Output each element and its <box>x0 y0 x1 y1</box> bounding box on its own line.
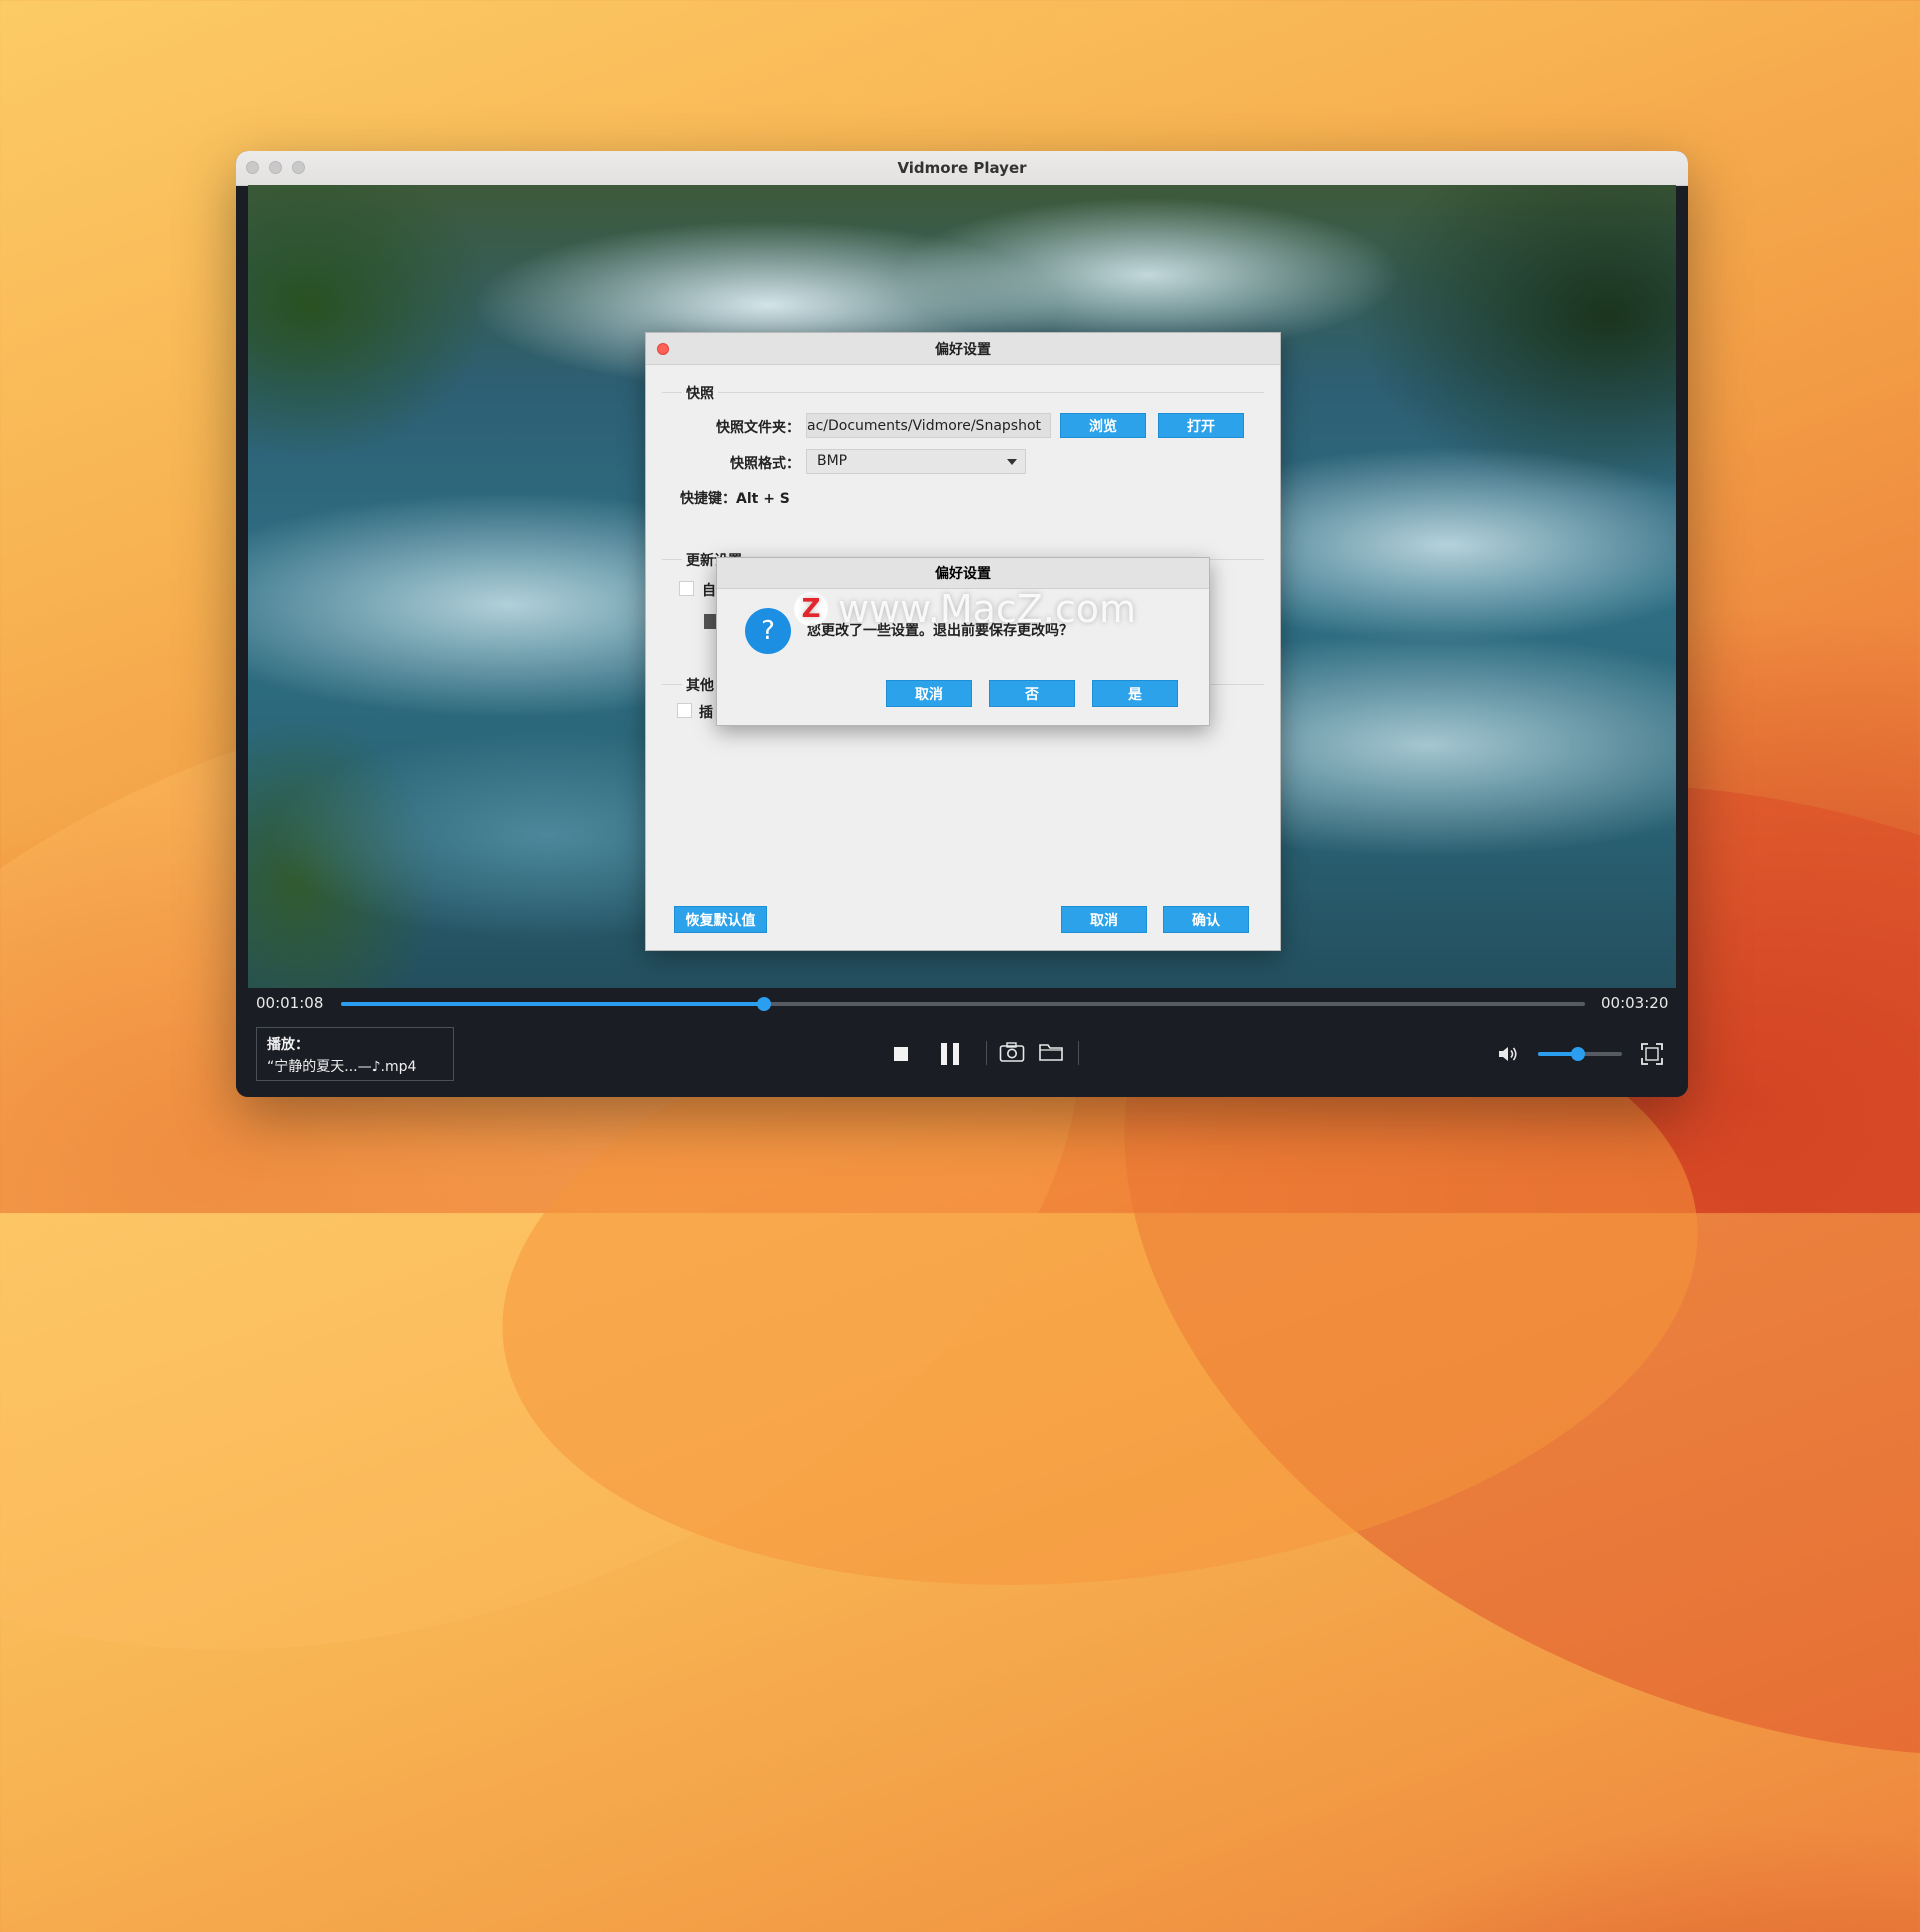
open-button[interactable]: 打开 <box>1158 413 1244 438</box>
minimize-window-button[interactable] <box>269 161 282 174</box>
watermark-text: www.MacZ.com <box>838 587 1137 631</box>
other-section-label: 其他 <box>682 675 718 695</box>
preferences-title: 偏好设置 <box>646 333 1280 365</box>
restore-defaults-button[interactable]: 恢复默认值 <box>674 906 767 933</box>
section-divider <box>662 392 1264 393</box>
total-time: 00:03:20 <box>1601 994 1669 1012</box>
prefs-cancel-button[interactable]: 取消 <box>1061 906 1147 933</box>
title-bar: Vidmore Player <box>236 151 1688 186</box>
chevron-down-icon <box>1007 459 1017 465</box>
mute-button[interactable] <box>1494 1040 1522 1068</box>
snapshot-folder-label: 快照文件夹： <box>716 420 800 436</box>
control-separator <box>986 1041 987 1065</box>
browse-button[interactable]: 浏览 <box>1060 413 1146 438</box>
pause-icon <box>941 1043 959 1065</box>
now-playing-label: 播放： <box>267 1037 309 1053</box>
other-option-checkbox[interactable] <box>677 703 692 718</box>
folder-icon <box>1039 1044 1063 1061</box>
now-playing-file: “宁静的夏天...—♪.mp4 <box>267 1059 417 1075</box>
snapshot-format-label: 快照格式： <box>730 456 800 472</box>
prefs-confirm-button[interactable]: 确认 <box>1163 906 1249 933</box>
progress-fill <box>341 1002 764 1006</box>
zoom-window-button[interactable] <box>292 161 305 174</box>
fullscreen-button[interactable] <box>1638 1040 1666 1068</box>
other-option-label: 插 <box>699 705 713 721</box>
snapshot-format-value: BMP <box>817 453 848 469</box>
confirm-no-button[interactable]: 否 <box>989 680 1075 707</box>
auto-update-label: 自 <box>702 583 716 599</box>
close-dialog-button[interactable] <box>657 343 669 355</box>
snapshot-button[interactable] <box>998 1038 1026 1066</box>
snapshot-folder-value: ac/Documents/Vidmore/Snapshot <box>807 418 1042 434</box>
progress-bar[interactable] <box>341 997 1585 1011</box>
snapshot-format-select[interactable]: BMP <box>806 449 1026 474</box>
save-confirm-dialog: 偏好设置 ? 您更改了一些设置。退出前要保存更改吗？ 取消 否 是 <box>716 557 1210 726</box>
question-icon: ? <box>745 608 791 654</box>
window-controls <box>246 161 305 174</box>
fullscreen-icon <box>1641 1043 1663 1065</box>
auto-update-checkbox[interactable] <box>679 581 694 596</box>
stop-button[interactable] <box>890 1040 912 1068</box>
now-playing-box: 播放： “宁静的夏天...—♪.mp4 <box>256 1027 454 1081</box>
camera-icon <box>999 1042 1025 1062</box>
control-separator <box>1078 1041 1079 1065</box>
confirm-cancel-button[interactable]: 取消 <box>886 680 972 707</box>
window-title: Vidmore Player <box>897 159 1027 177</box>
stop-icon <box>894 1047 908 1061</box>
watermark: Z www.MacZ.com <box>794 584 1136 634</box>
snapshot-folder-field[interactable]: ac/Documents/Vidmore/Snapshot <box>806 413 1051 438</box>
volume-icon <box>1499 1047 1517 1061</box>
snapshot-hotkey: 快捷键：Alt + S <box>680 491 790 507</box>
current-time: 00:01:08 <box>256 994 324 1012</box>
close-window-button[interactable] <box>246 161 259 174</box>
watermark-logo: Z <box>794 592 828 626</box>
confirm-yes-button[interactable]: 是 <box>1092 680 1178 707</box>
pause-button[interactable] <box>936 1040 964 1068</box>
snapshot-section-label: 快照 <box>682 383 718 403</box>
progress-handle[interactable] <box>756 997 771 1011</box>
open-folder-button[interactable] <box>1037 1038 1065 1066</box>
volume-slider[interactable] <box>1538 1047 1622 1061</box>
